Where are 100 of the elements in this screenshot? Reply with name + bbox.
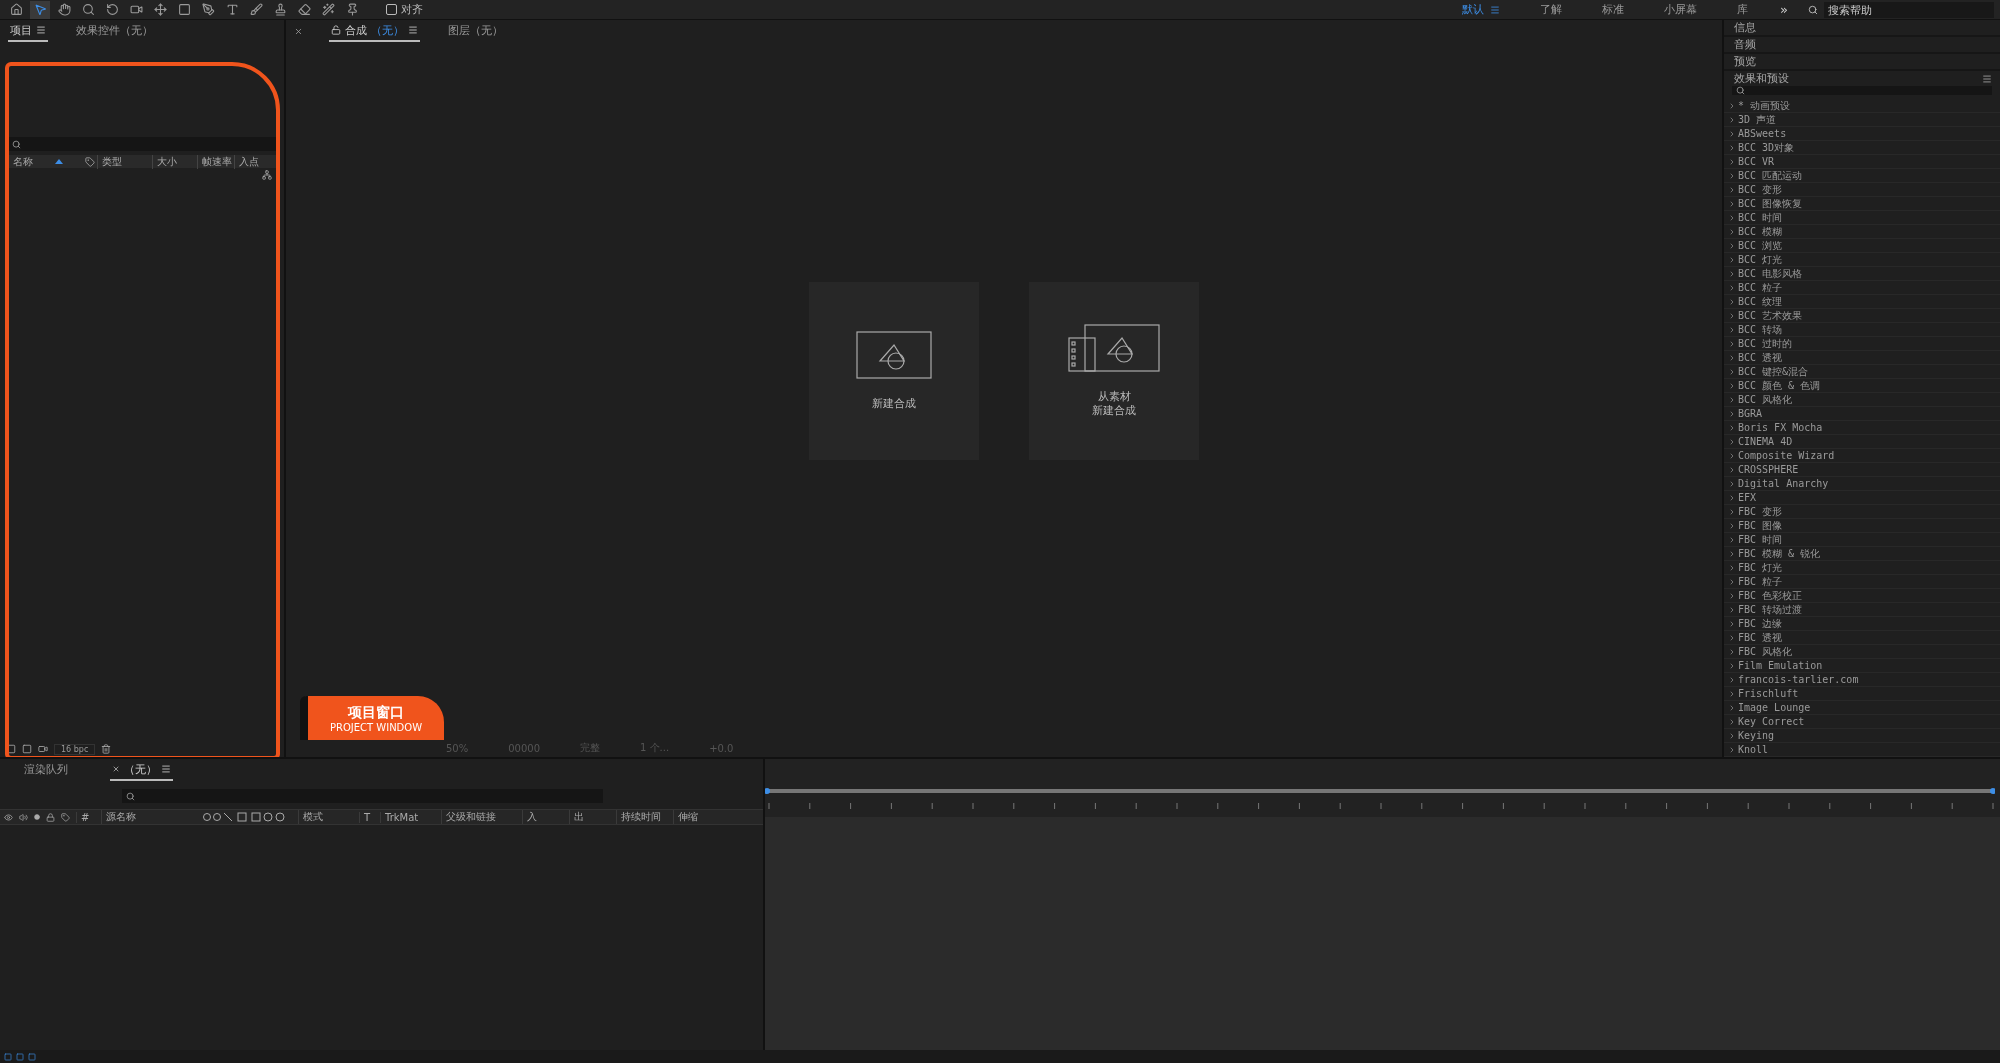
- effect-category[interactable]: FBC 时间: [1724, 533, 2000, 547]
- effect-category[interactable]: Composite Wizard: [1724, 449, 2000, 463]
- effect-category[interactable]: ABSweets: [1724, 127, 2000, 141]
- effect-category[interactable]: CINEMA 4D: [1724, 435, 2000, 449]
- effect-category[interactable]: Key Correct: [1724, 715, 2000, 729]
- column-label[interactable]: 帧速率: [202, 154, 232, 169]
- effect-category[interactable]: BCC 风格化: [1724, 393, 2000, 407]
- column-label[interactable]: 入点: [239, 154, 259, 169]
- menu-icon[interactable]: [1982, 73, 1992, 84]
- effect-category[interactable]: FBC 转场过渡: [1724, 603, 2000, 617]
- effect-category[interactable]: FBC 色彩校正: [1724, 589, 2000, 603]
- effect-category[interactable]: BCC 过时的: [1724, 337, 2000, 351]
- menu-icon: [1490, 4, 1501, 15]
- effect-category[interactable]: BCC 变形: [1724, 183, 2000, 197]
- label-tag-icon: [85, 156, 95, 167]
- effect-category[interactable]: BGRA: [1724, 407, 2000, 421]
- effect-category[interactable]: Boris FX Mocha: [1724, 421, 2000, 435]
- workspace-tab[interactable]: 了解: [1522, 2, 1581, 17]
- effect-category[interactable]: BCC 键控&混合: [1724, 365, 2000, 379]
- workspace-tab[interactable]: 标准: [1584, 2, 1643, 17]
- lock-icon: [331, 25, 341, 35]
- effect-category[interactable]: FBC 变形: [1724, 505, 2000, 519]
- new-composition-button[interactable]: 从素材 新建合成: [1029, 281, 1199, 460]
- close-icon[interactable]: [294, 26, 303, 36]
- panel-title: 效果和预设: [1734, 71, 1789, 86]
- effect-category[interactable]: EFX: [1724, 491, 2000, 505]
- timeline-tab[interactable]: （无）: [110, 759, 173, 781]
- square-icon: [177, 3, 191, 16]
- panel-title[interactable]: 预览: [1724, 54, 2000, 71]
- column-label: 持续时间: [616, 810, 667, 824]
- viewer-tab[interactable]: 图层（无）: [446, 20, 505, 42]
- timeline-search-field[interactable]: [122, 789, 603, 803]
- effect-category[interactable]: CROSSPHERE: [1724, 463, 2000, 477]
- project-search-field[interactable]: [8, 137, 276, 151]
- effect-category[interactable]: BCC 图像恢复: [1724, 197, 2000, 211]
- effect-category[interactable]: BCC 3D对象: [1724, 141, 2000, 155]
- lock-icon[interactable]: [46, 812, 55, 822]
- column-label: 父级和链接: [441, 810, 516, 824]
- column-label[interactable]: 名称: [13, 154, 33, 169]
- tool-button[interactable]: [30, 0, 50, 19]
- panel-title[interactable]: 信息: [1724, 20, 2000, 37]
- bit-depth-button[interactable]: 16 bpc: [54, 743, 96, 755]
- effect-category[interactable]: Film Emulation: [1724, 659, 2000, 673]
- effect-category[interactable]: Frischluft: [1724, 687, 2000, 701]
- panel-title[interactable]: 音频: [1724, 37, 2000, 54]
- column-label[interactable]: 大小: [157, 154, 177, 169]
- column-label[interactable]: 类型: [102, 154, 122, 169]
- effect-category[interactable]: BCC 电影风格: [1724, 267, 2000, 281]
- workspace-tab[interactable]: 库: [1719, 2, 1767, 17]
- hand-icon: [57, 3, 71, 16]
- effect-category[interactable]: * 动画预设: [1724, 99, 2000, 113]
- effect-category[interactable]: 3D 声道: [1724, 113, 2000, 127]
- workspace-tab[interactable]: 小屏幕: [1646, 2, 1716, 17]
- effects-search-field[interactable]: [1732, 86, 1992, 95]
- effect-category[interactable]: BCC 模糊: [1724, 225, 2000, 239]
- viewer-tab[interactable]: 合成 （无）: [329, 20, 420, 42]
- timeline-tab[interactable]: 渲染队列: [22, 759, 70, 781]
- effect-category[interactable]: FBC 图像: [1724, 519, 2000, 533]
- effect-category[interactable]: BCC 匹配运动: [1724, 169, 2000, 183]
- workspace-tab[interactable]: 默认: [1444, 2, 1519, 17]
- more-workspaces-button[interactable]: »: [1770, 2, 1798, 17]
- snap-checkbox[interactable]: 对齐: [386, 2, 423, 17]
- effect-category[interactable]: Image Lounge: [1724, 701, 2000, 715]
- effect-category[interactable]: BCC VR: [1724, 155, 2000, 169]
- effect-category[interactable]: Knoll: [1724, 743, 2000, 757]
- sort-arrow-icon: [55, 159, 63, 164]
- effect-category[interactable]: Keying: [1724, 729, 2000, 743]
- effect-category[interactable]: francois-tarlier.com: [1724, 673, 2000, 687]
- solo-icon[interactable]: [34, 814, 40, 820]
- effect-category[interactable]: BCC 颜色 & 色调: [1724, 379, 2000, 393]
- callout-badge: 项目窗口 PROJECT WINDOW: [300, 696, 444, 740]
- zoom-icon: [81, 3, 95, 16]
- effect-category[interactable]: FBC 边缘: [1724, 617, 2000, 631]
- column-label: 伸缩: [673, 810, 718, 824]
- effect-category[interactable]: FBC 灯光: [1724, 561, 2000, 575]
- help-search-field[interactable]: 搜索帮助: [1824, 1, 1994, 18]
- panel-tab[interactable]: 效果控件（无）: [74, 20, 155, 42]
- effect-category[interactable]: FBC 风格化: [1724, 645, 2000, 659]
- speaker-icon[interactable]: [19, 812, 28, 822]
- effect-category[interactable]: FBC 透视: [1724, 631, 2000, 645]
- eye-icon[interactable]: [4, 812, 13, 822]
- effect-category[interactable]: BCC 纹理: [1724, 295, 2000, 309]
- footage-composition-icon: [1068, 324, 1160, 373]
- flowchart-icon[interactable]: [262, 170, 272, 180]
- wand-icon: [321, 3, 335, 16]
- effect-category[interactable]: BCC 灯光: [1724, 253, 2000, 267]
- effect-category[interactable]: BCC 透视: [1724, 351, 2000, 365]
- new-composition-button[interactable]: 新建合成: [809, 281, 979, 460]
- effect-category[interactable]: BCC 转场: [1724, 323, 2000, 337]
- effect-category[interactable]: BCC 粒子: [1724, 281, 2000, 295]
- label-tag-icon[interactable]: [61, 812, 70, 822]
- effect-category[interactable]: FBC 模糊 & 锐化: [1724, 547, 2000, 561]
- panel-tab[interactable]: 项目: [8, 20, 48, 42]
- effect-category[interactable]: Digital Anarchy: [1724, 477, 2000, 491]
- effect-category[interactable]: FBC 粒子: [1724, 575, 2000, 589]
- action-label: 新建合成: [1092, 403, 1136, 417]
- trash-icon[interactable]: [101, 744, 112, 754]
- effect-category[interactable]: BCC 时间: [1724, 211, 2000, 225]
- effect-category[interactable]: BCC 艺术效果: [1724, 309, 2000, 323]
- effect-category[interactable]: BCC 浏览: [1724, 239, 2000, 253]
